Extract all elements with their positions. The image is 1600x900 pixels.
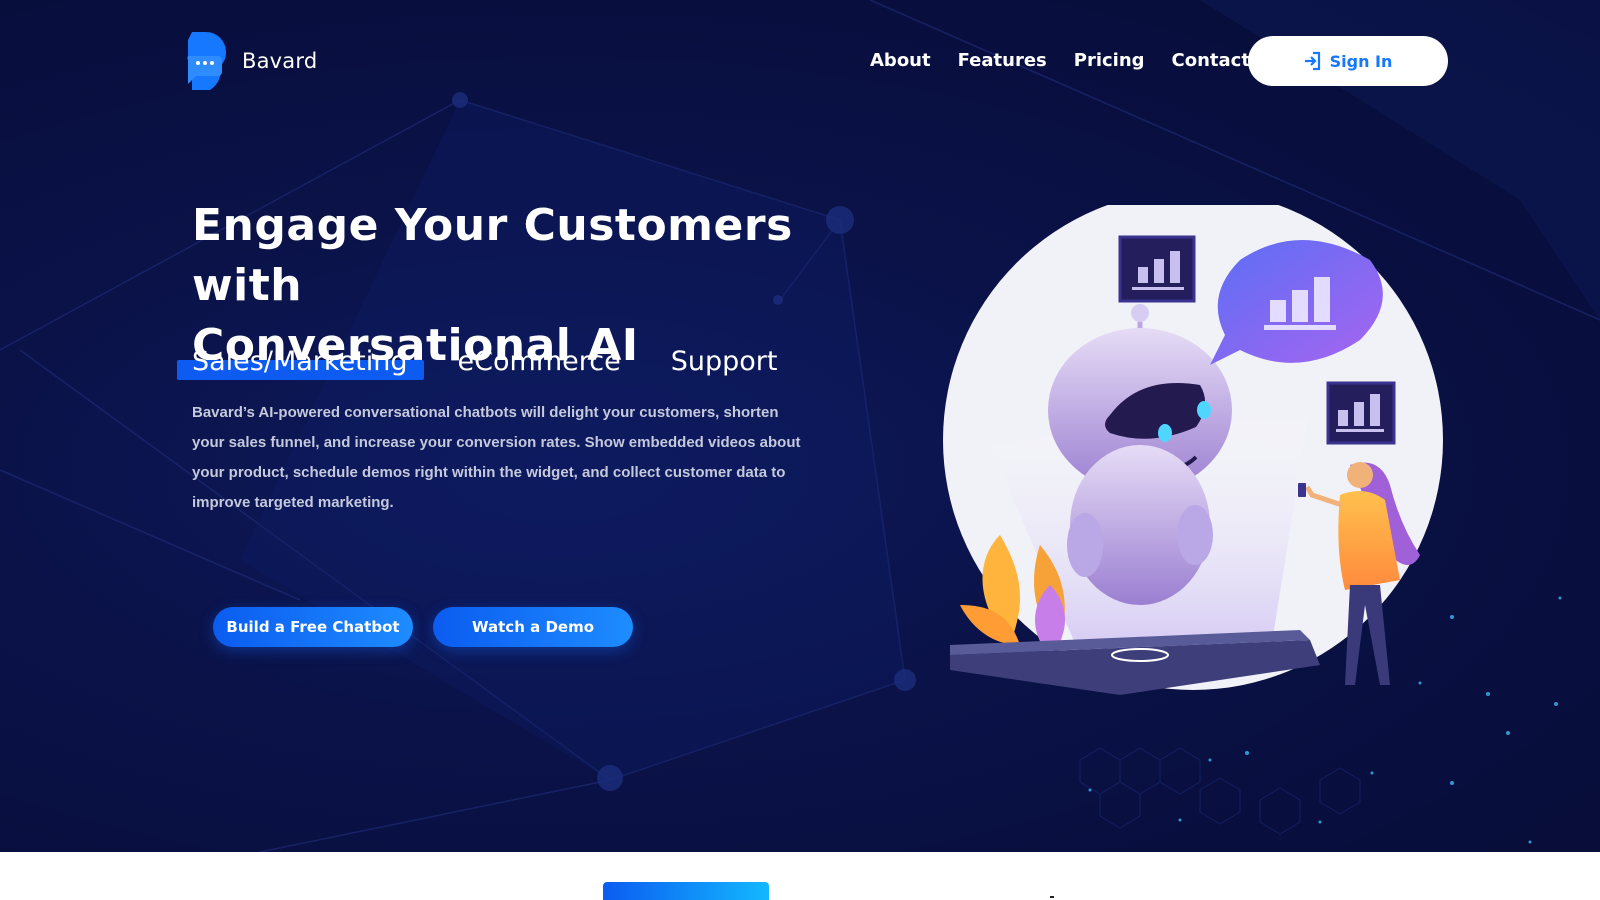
sign-in-button[interactable]: Sign In	[1248, 36, 1448, 86]
hero-description: Bavard’s AI-powered conversational chatb…	[192, 404, 801, 511]
sign-in-arrow-icon	[1304, 51, 1320, 71]
hero-section: Bavard About Features Pricing Contact Si…	[0, 0, 1600, 852]
nav-contact[interactable]: Contact	[1172, 50, 1250, 71]
decorative-mark	[1050, 896, 1054, 898]
main-nav: About Features Pricing Contact	[870, 50, 1277, 71]
robot-illustration	[943, 205, 1443, 695]
headline-line-1: Engage Your Customers with	[192, 200, 793, 311]
sign-in-label: Sign In	[1329, 51, 1393, 71]
section-button-partial[interactable]	[603, 882, 769, 900]
brand-name: Bavard	[242, 49, 318, 73]
build-free-chatbot-button[interactable]: Build a Free Chatbot	[213, 607, 413, 647]
tab-support[interactable]: Support	[671, 346, 778, 377]
use-case-tabs: Sales/Marketing eCommerce Support	[192, 346, 827, 377]
nav-about[interactable]: About	[870, 50, 931, 71]
nav-pricing[interactable]: Pricing	[1074, 50, 1145, 71]
chat-bubble-logo-icon	[187, 32, 227, 90]
nav-features[interactable]: Features	[958, 50, 1047, 71]
tab-ecommerce[interactable]: eCommerce	[458, 346, 621, 377]
watch-demo-button[interactable]: Watch a Demo	[433, 607, 633, 647]
brand-logo[interactable]: Bavard	[186, 30, 317, 92]
tab-sales-marketing[interactable]: Sales/Marketing	[192, 346, 408, 377]
